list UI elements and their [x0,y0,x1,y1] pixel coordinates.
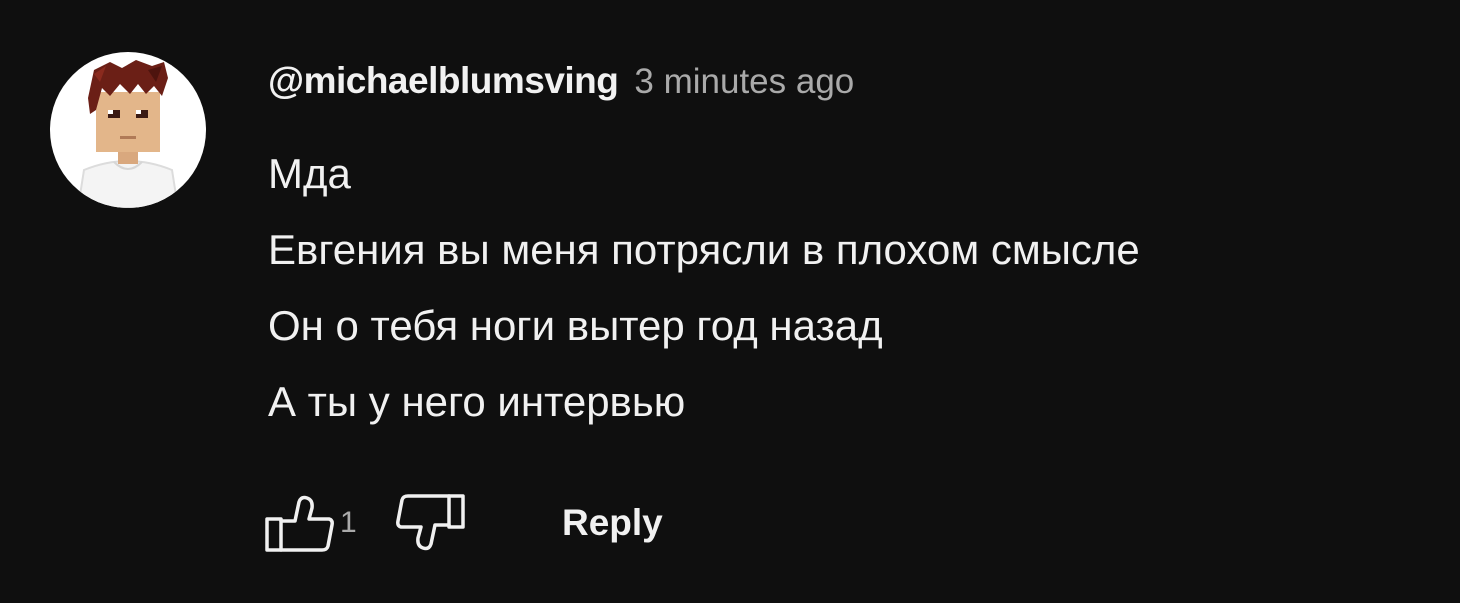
comment-text-line: Мда [268,150,351,197]
comment: @michaelblumsving 3 minutes ago Мда Евге… [268,60,1438,440]
like-button[interactable] [258,488,340,558]
comment-timestamp[interactable]: 3 minutes ago [634,62,854,102]
comment-body: Мда Евгения вы меня потрясли в плохом см… [268,136,1438,440]
comment-text-line: Он о тебя ноги вытер год назад [268,302,883,349]
thumbs-up-icon [265,495,334,552]
comment-header: @michaelblumsving 3 minutes ago [268,60,1438,120]
comment-text-line: Евгения вы меня потрясли в плохом смысле [268,226,1140,273]
like-count: 1 [340,506,357,539]
thumbs-down-icon [396,494,465,551]
author-name[interactable]: @michaelblumsving [268,60,619,102]
comment-text-line: А ты у него интервью [268,378,686,425]
reply-button[interactable]: Reply [562,502,663,544]
comment-actions: 1 Reply [258,488,663,558]
avatar[interactable] [50,52,206,208]
comment-thread: @michaelblumsving 3 minutes ago Мда Евге… [0,0,1460,603]
dislike-button[interactable] [390,488,472,558]
pixel-character-avatar-image [76,60,180,208]
